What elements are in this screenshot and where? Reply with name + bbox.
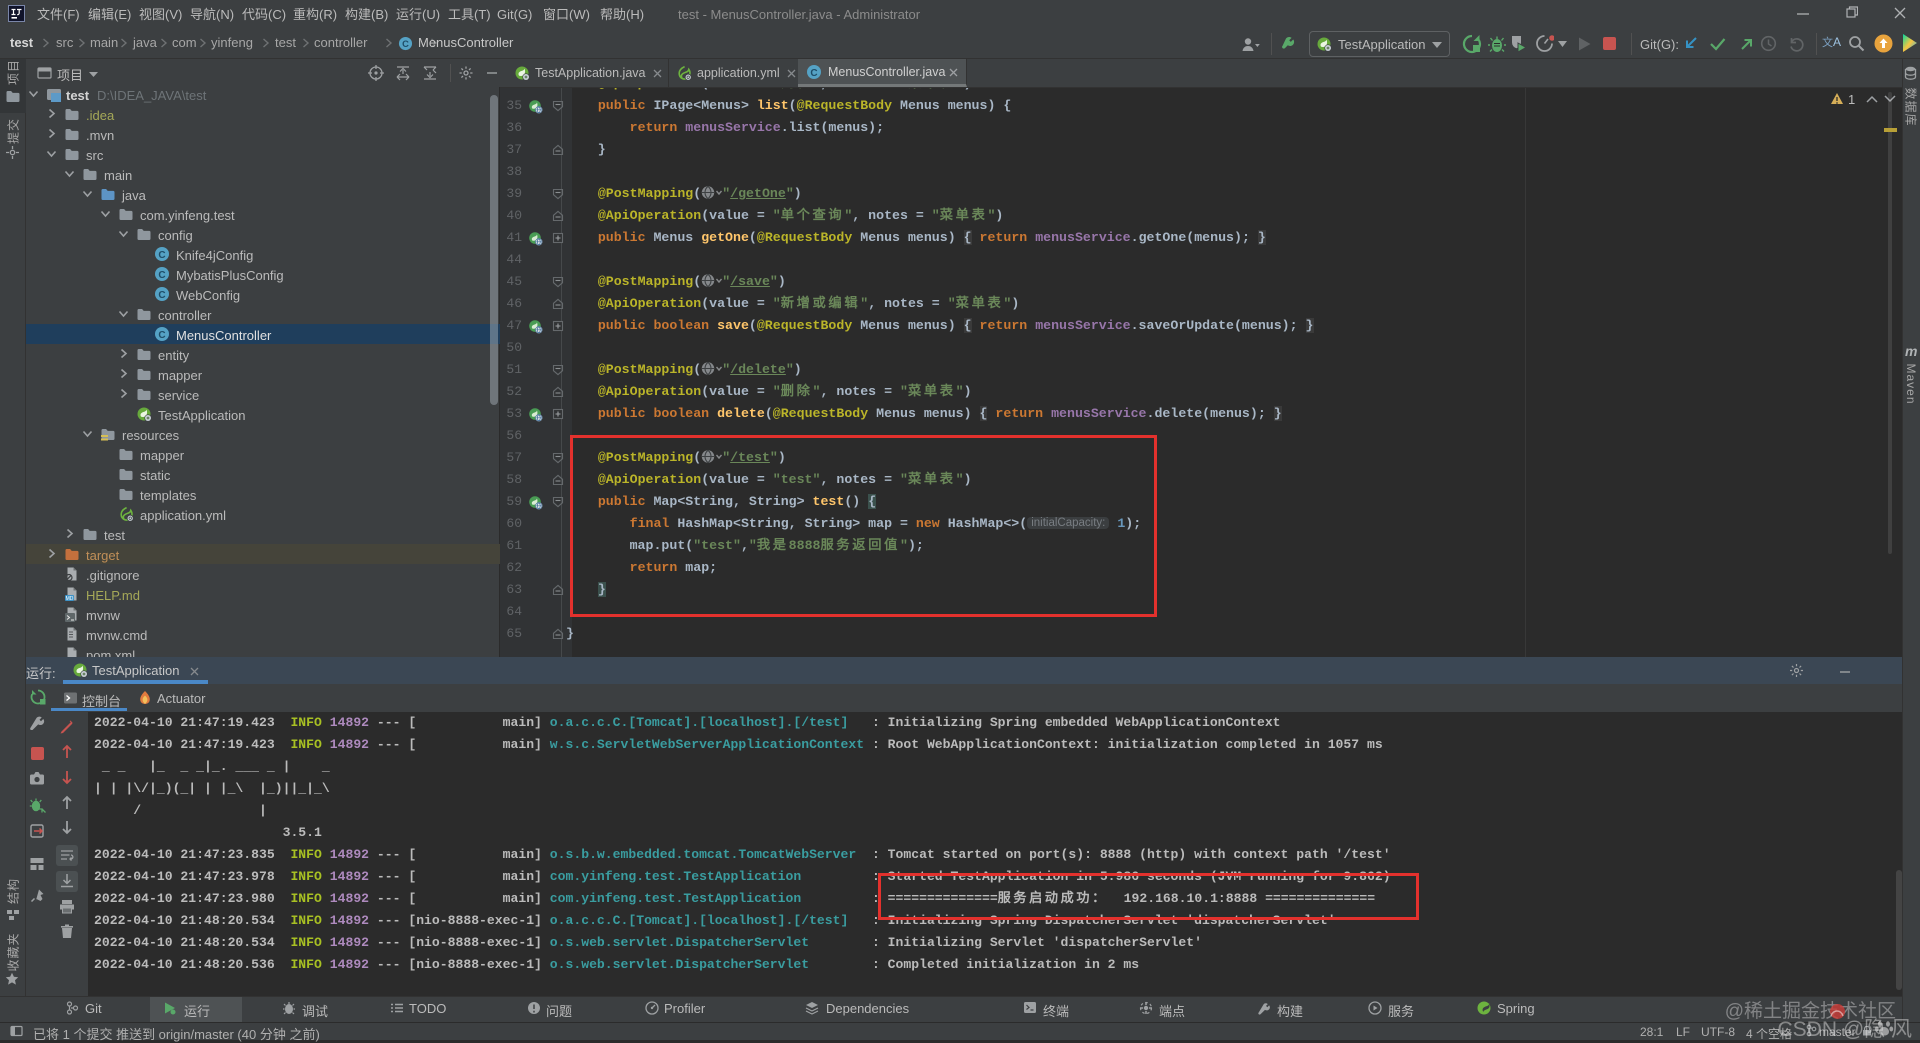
svg-text:C: C	[158, 290, 165, 301]
svg-text:C: C	[402, 39, 409, 49]
svg-text:C: C	[158, 330, 165, 341]
svg-text:MD: MD	[66, 596, 74, 602]
svg-text:C: C	[810, 68, 817, 79]
svg-text:C: C	[158, 270, 165, 281]
svg-text:C: C	[158, 250, 165, 261]
